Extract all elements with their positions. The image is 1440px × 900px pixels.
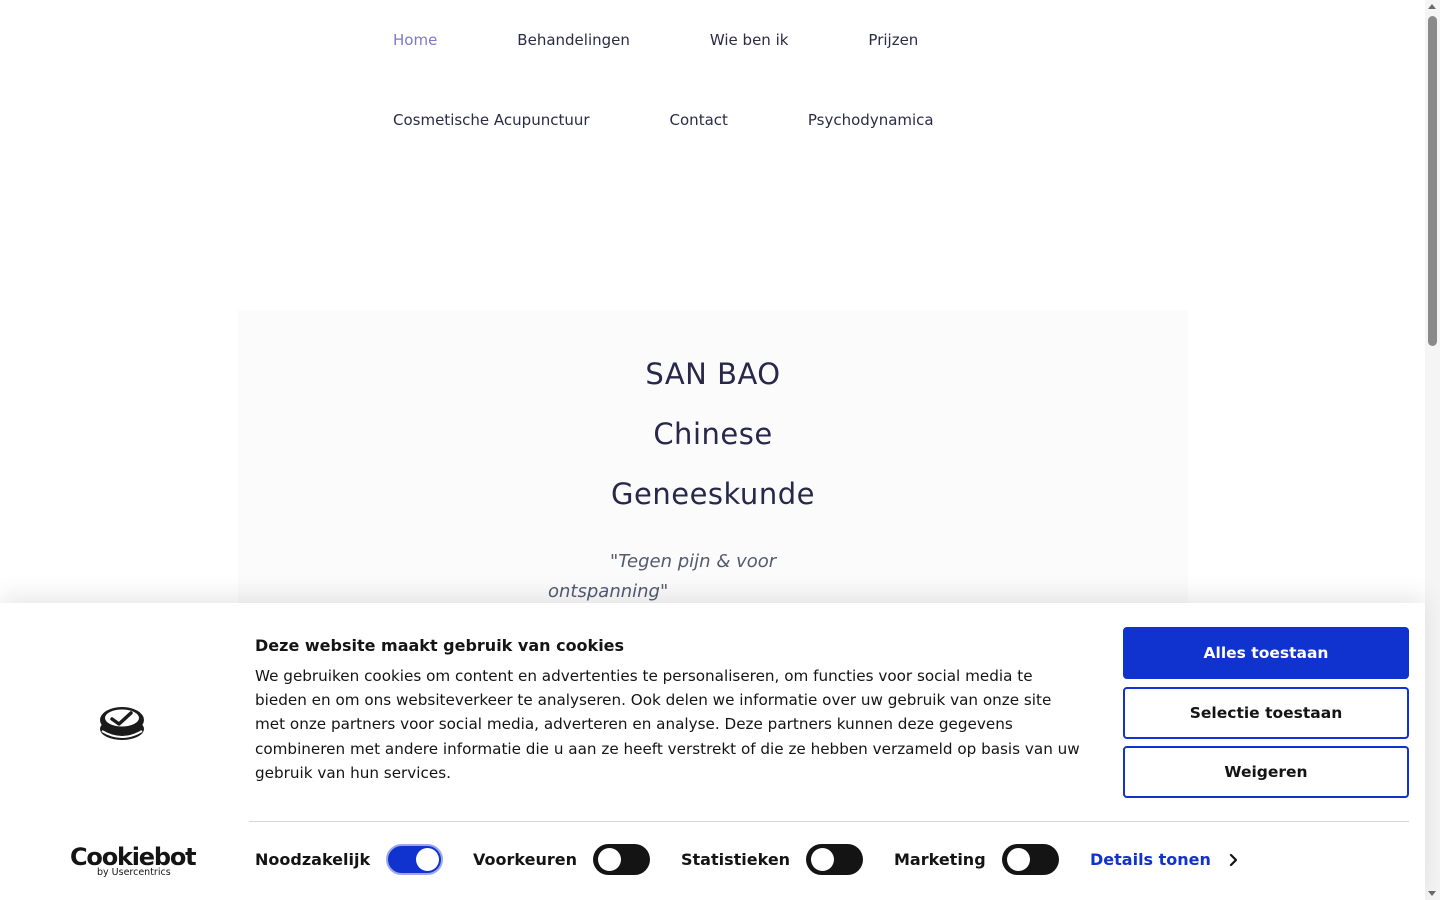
hero-title-line-3: Geneeskunde — [611, 477, 815, 511]
nav-item-home[interactable]: Home — [393, 30, 437, 50]
toggle-label-marketing: Marketing — [894, 850, 986, 869]
hero-title-line-2: Chinese — [653, 417, 773, 451]
toggle-group-preferences: Voorkeuren — [473, 844, 650, 875]
scroll-thumb[interactable] — [1428, 16, 1437, 346]
page-scrollbar[interactable] — [1425, 0, 1440, 900]
necessary-toggle[interactable] — [386, 844, 444, 875]
scroll-down-arrow-icon[interactable] — [1428, 891, 1436, 896]
toggle-knob — [416, 848, 440, 871]
nav-row-1: Home Behandelingen Wie ben ik Prijzen — [393, 30, 998, 50]
toggle-group-statistics: Statistieken — [681, 844, 864, 875]
cookie-divider — [249, 821, 1409, 822]
toggle-label-statistics: Statistieken — [681, 850, 791, 869]
cookiebot-brand-sub: by Usercentrics — [97, 867, 171, 878]
nav-item-contact[interactable]: Contact — [670, 110, 728, 130]
deny-button[interactable]: Weigeren — [1123, 746, 1409, 798]
toggle-knob — [811, 848, 835, 871]
toggle-knob — [597, 848, 621, 871]
statistics-toggle[interactable] — [806, 844, 864, 875]
cookiebot-brand: Cookiebot by Usercentrics — [70, 843, 197, 883]
allow-all-button[interactable]: Alles toestaan — [1123, 627, 1409, 679]
toggle-label-preferences: Voorkeuren — [473, 850, 577, 869]
toggle-label-necessary: Noodzakelijk — [255, 850, 371, 869]
toggle-group-marketing: Marketing — [894, 844, 1059, 875]
toggle-group-necessary: Noodzakelijk — [255, 844, 444, 875]
toggle-knob — [1006, 848, 1030, 871]
cookie-body-text: We gebruiken cookies om content en adver… — [255, 667, 1080, 782]
details-link-label: Details tonen — [1090, 850, 1211, 869]
nav-item-behandelingen[interactable]: Behandelingen — [517, 30, 630, 50]
preferences-toggle[interactable] — [592, 844, 650, 875]
hero-tagline: "Tegen pijn & voor ontspanning" — [548, 551, 777, 602]
chevron-right-icon — [1229, 853, 1238, 866]
details-link[interactable]: Details tonen — [1090, 850, 1241, 869]
cookie-heading: Deze website maakt gebruik van cookies — [255, 636, 625, 655]
nav-item-wie-ben-ik[interactable]: Wie ben ik — [710, 30, 789, 50]
hero-section: SAN BAO Chinese Geneeskunde "Tegen pijn … — [238, 310, 1188, 630]
nav-item-psychodynamica[interactable]: Psychodynamica — [808, 110, 934, 130]
nav-item-cosmetische-acupunctuur[interactable]: Cosmetische Acupunctuur — [393, 110, 590, 130]
cookiebot-logo-icon — [100, 707, 144, 740]
nav-item-prijzen[interactable]: Prijzen — [868, 30, 918, 50]
nav-row-2: Cosmetische Acupunctuur Contact Psychody… — [393, 110, 1014, 130]
scroll-up-arrow-icon[interactable] — [1428, 4, 1436, 9]
cookie-consent-banner: Deze website maakt gebruik van cookies W… — [0, 603, 1425, 900]
marketing-toggle[interactable] — [1001, 844, 1059, 875]
allow-selection-button[interactable]: Selectie toestaan — [1123, 687, 1409, 739]
hero-title-line-1: SAN BAO — [645, 357, 781, 391]
page: Home Behandelingen Wie ben ik Prijzen Co… — [0, 0, 1440, 900]
